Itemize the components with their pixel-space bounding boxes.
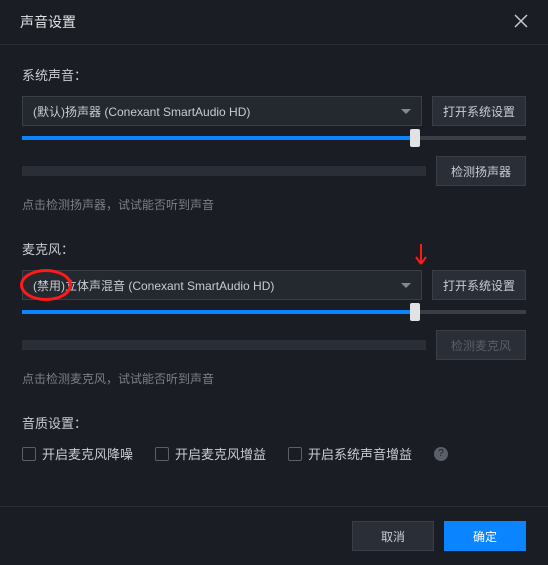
microphone-label: 麦克风： [22,239,526,258]
open-system-settings-mic[interactable]: 打开系统设置 [432,270,526,300]
quality-label: 音质设置： [22,413,526,432]
help-icon[interactable]: ? [434,447,448,461]
chevron-down-icon [401,104,411,118]
checkbox-box-icon [22,447,36,461]
system-sound-select[interactable]: (默认)扬声器 (Conexant SmartAudio HD) [22,96,422,126]
checkbox-box-icon [288,447,302,461]
sys-gain-label: 开启系统声音增益 [308,444,412,463]
mic-volume-slider[interactable] [22,310,526,314]
mic-gain-label: 开启麦克风增益 [175,444,266,463]
test-speaker-button[interactable]: 检测扬声器 [436,156,526,186]
sys-gain-checkbox[interactable]: 开启系统声音增益 [288,444,412,463]
mic-hint: 点击检测麦克风，试试能否听到声音 [22,370,526,387]
noise-reduce-label: 开启麦克风降噪 [42,444,133,463]
chevron-down-icon [401,278,411,292]
close-icon[interactable] [514,14,528,31]
dialog-footer: 取消 确定 [0,506,548,565]
speaker-hint: 点击检测扬声器，试试能否听到声音 [22,196,526,213]
microphone-value: (禁用)立体声混音 (Conexant SmartAudio HD) [33,277,274,294]
speaker-volume-slider[interactable] [22,136,526,140]
speaker-test-level [22,166,426,176]
checkbox-box-icon [155,447,169,461]
ok-button[interactable]: 确定 [444,521,526,551]
dialog-header: 声音设置 [0,0,548,45]
open-system-settings-speaker[interactable]: 打开系统设置 [432,96,526,126]
system-sound-label: 系统声音： [22,65,526,84]
mic-test-level [22,340,426,350]
test-mic-button[interactable]: 检测麦克风 [436,330,526,360]
cancel-button[interactable]: 取消 [352,521,434,551]
microphone-select[interactable]: (禁用)立体声混音 (Conexant SmartAudio HD) [22,270,422,300]
dialog-title: 声音设置 [20,12,76,32]
noise-reduce-checkbox[interactable]: 开启麦克风降噪 [22,444,133,463]
mic-gain-checkbox[interactable]: 开启麦克风增益 [155,444,266,463]
system-sound-value: (默认)扬声器 (Conexant SmartAudio HD) [33,103,250,120]
